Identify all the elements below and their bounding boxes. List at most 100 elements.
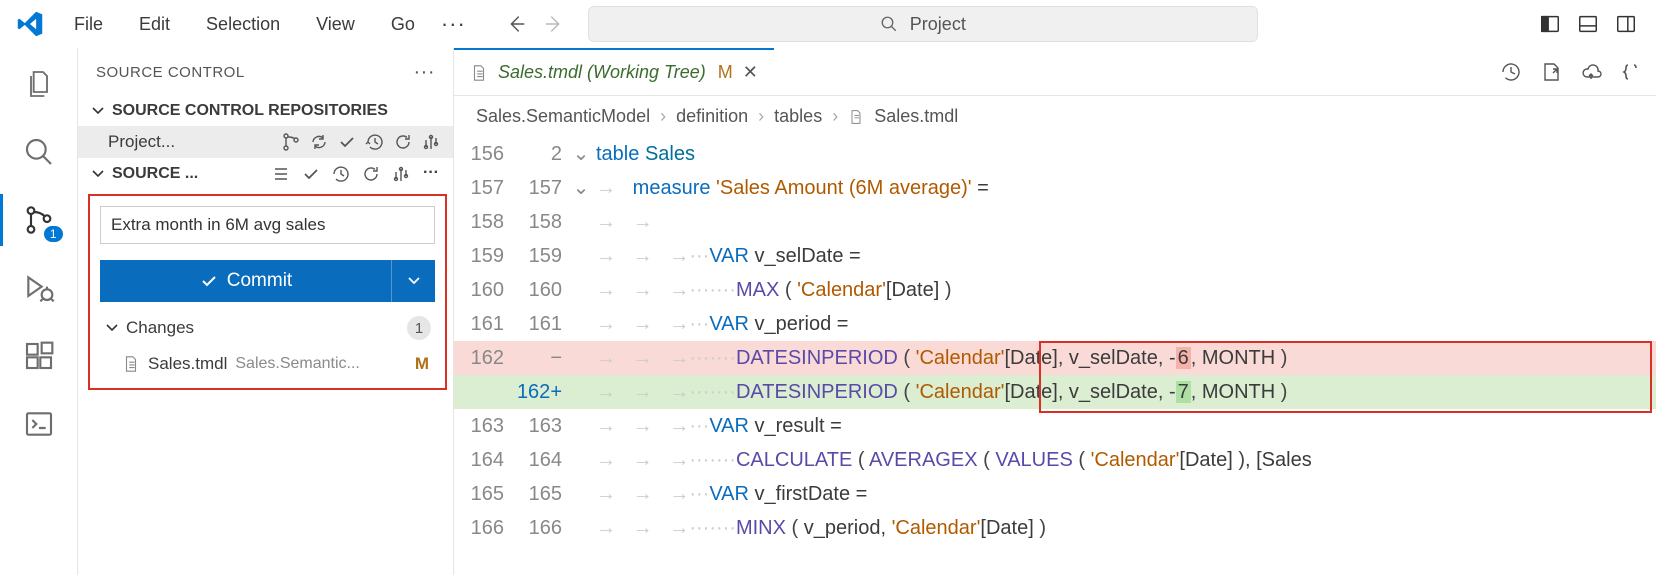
gutter-new: 157 bbox=[510, 171, 572, 205]
chevron-down-icon bbox=[90, 103, 106, 119]
check-icon[interactable] bbox=[301, 164, 321, 184]
gutter-old: 166 bbox=[454, 511, 510, 545]
code-line: → → →·······MAX ( 'Calendar'[Date] ) bbox=[590, 273, 952, 307]
gutter-new: 166 bbox=[510, 511, 572, 545]
extensions-icon[interactable] bbox=[19, 336, 59, 376]
menu-selection[interactable]: Selection bbox=[192, 8, 294, 41]
tab-title: Sales.tmdl (Working Tree) bbox=[498, 62, 706, 83]
breadcrumb-item[interactable]: Sales.tmdl bbox=[874, 106, 958, 127]
gutter-new: 162+ bbox=[510, 375, 572, 409]
sidebar-title: SOURCE CONTROL bbox=[96, 64, 245, 81]
commit-dropdown[interactable] bbox=[391, 260, 435, 302]
more-icon[interactable]: ··· bbox=[421, 164, 441, 184]
cloud-icon[interactable] bbox=[1580, 61, 1602, 83]
changes-count: 1 bbox=[407, 316, 431, 340]
code-line: → → →·······DATESINPERIOD ( 'Calendar'[D… bbox=[590, 375, 1287, 409]
titlebar-layout-controls bbox=[1538, 12, 1648, 36]
breadcrumb-item[interactable]: tables bbox=[774, 106, 822, 127]
command-center[interactable]: Project bbox=[588, 6, 1258, 42]
tree-view-icon[interactable] bbox=[271, 164, 291, 184]
history-icon[interactable] bbox=[365, 132, 385, 152]
menu-file[interactable]: File bbox=[60, 8, 117, 41]
gutter-old: 163 bbox=[454, 409, 510, 443]
breadcrumb-item[interactable]: definition bbox=[676, 106, 748, 127]
gutter-new: 158 bbox=[510, 205, 572, 239]
menu-go[interactable]: Go bbox=[377, 8, 429, 41]
commit-button[interactable]: Commit bbox=[100, 260, 391, 302]
toggle-primary-sidebar-icon[interactable] bbox=[1538, 12, 1562, 36]
gutter-new: 2 bbox=[510, 137, 572, 171]
nav-arrows bbox=[502, 10, 568, 38]
diff-added-line: 162+ → → →·······DATESINPERIOD ( 'Calenda… bbox=[454, 375, 1656, 409]
repo-row[interactable]: Project... bbox=[78, 126, 453, 158]
open-file-icon[interactable] bbox=[1540, 61, 1562, 83]
sync-icon[interactable] bbox=[309, 132, 329, 152]
gutter-old: 157 bbox=[454, 171, 510, 205]
graph-icon[interactable] bbox=[421, 132, 441, 152]
chevron-down-icon bbox=[406, 273, 422, 289]
file-path: Sales.Semantic... bbox=[235, 355, 360, 373]
explorer-icon[interactable] bbox=[19, 64, 59, 104]
terminal-icon[interactable] bbox=[19, 404, 59, 444]
gutter-new: 164 bbox=[510, 443, 572, 477]
source-control-icon[interactable]: 1 bbox=[19, 200, 59, 240]
scm-providers-section[interactable]: SOURCE ... ··· bbox=[78, 158, 453, 190]
command-center-text: Project bbox=[910, 14, 966, 35]
close-icon[interactable]: ✕ bbox=[743, 62, 758, 83]
code-line: → → bbox=[590, 205, 669, 239]
commit-area: Commit Changes 1 Sales.tmdl Sales.Semant… bbox=[88, 194, 447, 390]
run-debug-icon[interactable] bbox=[19, 268, 59, 308]
changes-header[interactable]: Changes 1 bbox=[100, 302, 435, 346]
refresh-icon[interactable] bbox=[361, 164, 381, 184]
gutter-old: 165 bbox=[454, 477, 510, 511]
menu-edit[interactable]: Edit bbox=[125, 8, 184, 41]
gutter-old: 159 bbox=[454, 239, 510, 273]
code-line: → → →···VAR v_firstDate = bbox=[590, 477, 867, 511]
changed-file-row[interactable]: Sales.tmdl Sales.Semantic... M bbox=[100, 346, 435, 382]
history-icon[interactable] bbox=[331, 164, 351, 184]
chevron-down-icon bbox=[104, 320, 120, 336]
chevron-down-icon bbox=[90, 166, 106, 182]
menu-view[interactable]: View bbox=[302, 8, 369, 41]
search-nav-icon[interactable] bbox=[19, 132, 59, 172]
gutter-new: 160 bbox=[510, 273, 572, 307]
code-editor[interactable]: 1562⌄table Sales 157157⌄→ measure 'Sales… bbox=[454, 137, 1656, 545]
graph-icon[interactable] bbox=[391, 164, 411, 184]
search-icon bbox=[880, 15, 898, 33]
nav-back-icon[interactable] bbox=[502, 10, 530, 38]
fold-icon[interactable]: ⌄ bbox=[572, 137, 590, 171]
fold-icon[interactable]: ⌄ bbox=[572, 171, 590, 205]
gutter-old: 156 bbox=[454, 137, 510, 171]
file-icon bbox=[848, 109, 864, 125]
menu-overflow-icon[interactable]: ··· bbox=[429, 5, 478, 43]
file-icon bbox=[122, 355, 140, 373]
scm-repos-section[interactable]: SOURCE CONTROL REPOSITORIES bbox=[78, 96, 453, 126]
gutter-new: − bbox=[510, 341, 572, 375]
code-line: → → →···VAR v_period = bbox=[590, 307, 848, 341]
history-icon[interactable] bbox=[1500, 61, 1522, 83]
code-line: → → →···VAR v_selDate = bbox=[590, 239, 861, 273]
code-line: → → →···VAR v_result = bbox=[590, 409, 842, 443]
breadcrumb-item[interactable]: Sales.SemanticModel bbox=[476, 106, 650, 127]
gutter-new: 163 bbox=[510, 409, 572, 443]
titlebar: File Edit Selection View Go ··· Project bbox=[0, 0, 1656, 48]
gutter-new: 161 bbox=[510, 307, 572, 341]
gutter-old: 158 bbox=[454, 205, 510, 239]
toggle-secondary-sidebar-icon[interactable] bbox=[1614, 12, 1638, 36]
file-status: M bbox=[415, 354, 429, 374]
nav-forward-icon[interactable] bbox=[540, 10, 568, 38]
scm-repos-heading: SOURCE CONTROL REPOSITORIES bbox=[112, 102, 388, 120]
commit-message-input[interactable] bbox=[100, 206, 435, 244]
code-line: table Sales bbox=[590, 137, 695, 171]
branch-icon[interactable] bbox=[281, 132, 301, 152]
editor-actions bbox=[1500, 48, 1656, 95]
check-icon[interactable] bbox=[337, 132, 357, 152]
sidebar-more-icon[interactable]: ··· bbox=[414, 61, 435, 84]
braces-icon[interactable] bbox=[1620, 61, 1642, 83]
editor-tabs: Sales.tmdl (Working Tree) M ✕ bbox=[454, 48, 1656, 96]
toggle-panel-icon[interactable] bbox=[1576, 12, 1600, 36]
editor-tab[interactable]: Sales.tmdl (Working Tree) M ✕ bbox=[454, 48, 774, 95]
breadcrumb[interactable]: Sales.SemanticModel› definition› tables›… bbox=[454, 96, 1656, 137]
refresh-icon[interactable] bbox=[393, 132, 413, 152]
code-line: → measure 'Sales Amount (6M average)' = bbox=[590, 171, 994, 205]
